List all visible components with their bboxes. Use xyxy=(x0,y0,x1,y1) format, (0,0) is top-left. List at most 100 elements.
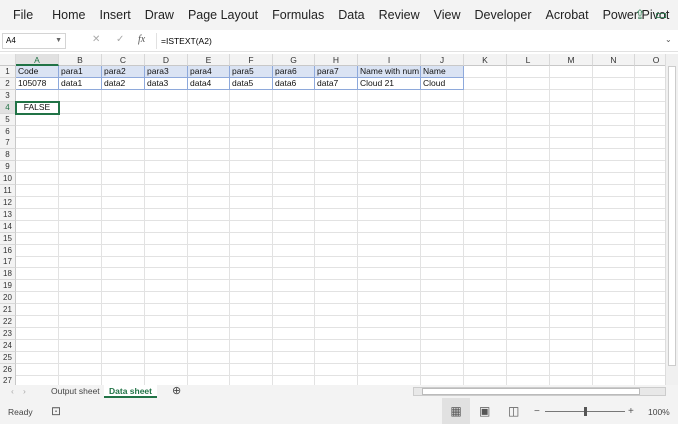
cell[interactable] xyxy=(16,161,59,174)
cell-A2[interactable]: 105078 xyxy=(16,77,59,90)
cell-C2[interactable]: data2 xyxy=(102,77,145,90)
column-header-K[interactable]: K xyxy=(464,54,507,66)
zoom-out-icon[interactable]: − xyxy=(534,406,540,417)
cell[interactable] xyxy=(507,113,550,126)
cell[interactable] xyxy=(593,125,635,138)
cell[interactable] xyxy=(16,89,59,102)
cell[interactable] xyxy=(421,315,464,328)
cell[interactable] xyxy=(507,185,550,197)
row-header[interactable]: 4 xyxy=(0,101,16,114)
cell[interactable] xyxy=(16,315,59,328)
scroll-tabs-right-icon[interactable]: › xyxy=(18,385,31,398)
cell[interactable] xyxy=(358,351,421,364)
cell[interactable] xyxy=(273,256,315,269)
cell[interactable] xyxy=(273,363,315,376)
zoom-slider[interactable] xyxy=(545,407,625,416)
chevron-down-icon[interactable]: ▼ xyxy=(55,34,62,48)
cell[interactable] xyxy=(273,113,315,126)
cell[interactable] xyxy=(315,268,358,281)
cell[interactable] xyxy=(59,220,102,233)
cell[interactable] xyxy=(550,375,593,385)
cell[interactable] xyxy=(16,363,59,376)
cell[interactable] xyxy=(59,137,102,150)
cell[interactable] xyxy=(358,363,421,376)
cell[interactable] xyxy=(16,327,59,340)
cell[interactable] xyxy=(635,102,665,114)
vertical-scroll-thumb[interactable] xyxy=(668,66,676,366)
cell[interactable] xyxy=(59,339,102,352)
cell[interactable] xyxy=(16,137,59,150)
cell[interactable] xyxy=(464,232,507,245)
cell[interactable] xyxy=(507,101,550,114)
cell[interactable] xyxy=(188,196,230,209)
cell[interactable] xyxy=(16,149,59,162)
row-header[interactable]: 9 xyxy=(0,161,16,174)
cell[interactable] xyxy=(507,220,550,233)
cell[interactable] xyxy=(593,66,635,78)
cell[interactable] xyxy=(464,375,507,385)
cell[interactable] xyxy=(59,89,102,102)
cell[interactable] xyxy=(59,244,102,257)
cell[interactable] xyxy=(550,137,593,150)
cell[interactable] xyxy=(421,280,464,293)
cell[interactable] xyxy=(593,137,635,150)
scroll-tabs-left-icon[interactable]: ‹ xyxy=(6,385,19,398)
cell[interactable] xyxy=(421,256,464,269)
cell[interactable] xyxy=(102,89,145,102)
cell[interactable] xyxy=(188,304,230,316)
cell[interactable] xyxy=(358,196,421,209)
cell[interactable] xyxy=(550,161,593,174)
cell[interactable] xyxy=(16,292,59,305)
cell[interactable] xyxy=(421,220,464,233)
cell[interactable] xyxy=(315,173,358,186)
row-header[interactable]: 1 xyxy=(0,66,16,78)
cell[interactable] xyxy=(358,315,421,328)
cell-G1[interactable]: para6 xyxy=(273,66,315,78)
tab-file[interactable]: File xyxy=(0,8,45,22)
cell[interactable] xyxy=(464,89,507,102)
cell[interactable] xyxy=(188,351,230,364)
cell[interactable] xyxy=(315,101,358,114)
cell-F2[interactable]: data5 xyxy=(230,77,273,90)
cell[interactable] xyxy=(421,101,464,114)
cell[interactable] xyxy=(188,137,230,150)
row-header[interactable]: 18 xyxy=(0,268,16,281)
cell[interactable] xyxy=(421,244,464,257)
cell[interactable] xyxy=(464,304,507,316)
row-header[interactable]: 21 xyxy=(0,304,16,316)
cell[interactable] xyxy=(635,292,665,305)
cell[interactable] xyxy=(550,351,593,364)
cell[interactable] xyxy=(102,137,145,150)
row-header[interactable]: 10 xyxy=(0,173,16,186)
cell[interactable] xyxy=(315,137,358,150)
cell[interactable] xyxy=(464,292,507,305)
cell[interactable] xyxy=(16,304,59,316)
cell[interactable] xyxy=(102,304,145,316)
cell[interactable] xyxy=(421,113,464,126)
cell[interactable] xyxy=(593,315,635,328)
cell[interactable] xyxy=(635,185,665,197)
cell[interactable] xyxy=(421,339,464,352)
cell-C1[interactable]: para2 xyxy=(102,66,145,78)
cell[interactable] xyxy=(358,220,421,233)
cell[interactable] xyxy=(421,125,464,138)
cell[interactable] xyxy=(593,101,635,114)
row-header[interactable]: 24 xyxy=(0,339,16,352)
cell[interactable] xyxy=(188,375,230,385)
cell-D1[interactable]: para3 xyxy=(145,66,188,78)
cell[interactable] xyxy=(635,328,665,340)
cell[interactable] xyxy=(230,244,273,257)
cell[interactable] xyxy=(550,292,593,305)
cell[interactable] xyxy=(358,327,421,340)
cell-F1[interactable]: para5 xyxy=(230,66,273,78)
tab-draw[interactable]: Draw xyxy=(138,8,181,22)
row-header[interactable]: 14 xyxy=(0,220,16,233)
cell[interactable] xyxy=(464,339,507,352)
cell[interactable] xyxy=(230,256,273,269)
cell[interactable] xyxy=(593,339,635,352)
cell[interactable] xyxy=(550,363,593,376)
cell[interactable] xyxy=(421,292,464,305)
cell[interactable] xyxy=(315,125,358,138)
cell[interactable] xyxy=(102,315,145,328)
cell[interactable] xyxy=(358,339,421,352)
